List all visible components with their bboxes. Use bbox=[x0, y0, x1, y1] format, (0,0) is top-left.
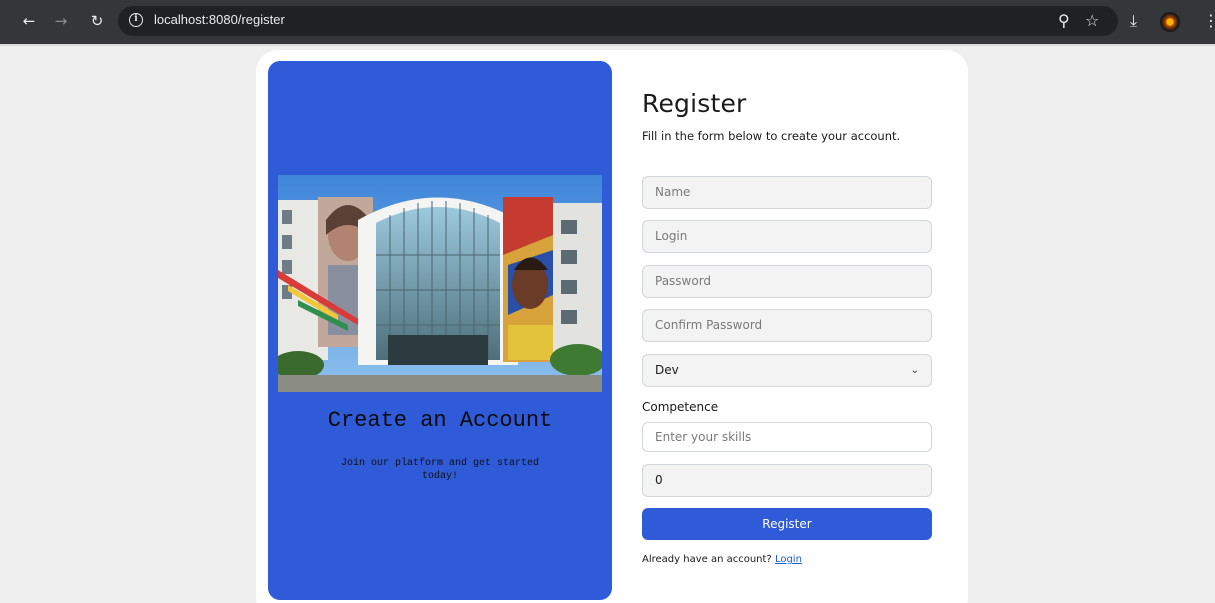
login-link[interactable]: Login bbox=[775, 554, 802, 565]
url-text[interactable]: localhost:8080/register bbox=[154, 12, 285, 27]
page-title: Register bbox=[642, 89, 747, 118]
toolbar-divider bbox=[0, 44, 1215, 46]
panel-subtitle: Join our platform and get started today! bbox=[340, 458, 540, 482]
menu-icon[interactable]: ⋮ bbox=[1203, 11, 1215, 30]
name-field[interactable]: Name bbox=[642, 176, 932, 209]
number-input[interactable]: 0 bbox=[642, 464, 932, 497]
panel-title: Create an Account bbox=[327, 408, 553, 433]
forward-arrow-icon[interactable]: → bbox=[50, 10, 72, 32]
chevron-down-icon: ⌄ bbox=[910, 365, 919, 376]
star-icon[interactable]: ☆ bbox=[1085, 11, 1099, 31]
login-prompt-text: Already have an account? bbox=[642, 554, 772, 565]
role-select[interactable]: Dev ⌄ bbox=[642, 354, 932, 387]
reload-icon[interactable]: ↻ bbox=[86, 10, 108, 32]
role-select-value: Dev bbox=[655, 363, 679, 377]
download-icon[interactable]: ⤓ bbox=[1130, 11, 1137, 31]
profile-avatar[interactable] bbox=[1160, 12, 1180, 32]
register-button[interactable]: Register bbox=[642, 508, 932, 540]
password-field[interactable]: Password bbox=[642, 265, 932, 298]
zoom-icon[interactable]: ⚲ bbox=[1058, 11, 1070, 31]
back-arrow-icon[interactable]: ← bbox=[18, 10, 40, 32]
login-field[interactable]: Login bbox=[642, 220, 932, 253]
login-prompt: Already have an account? Login bbox=[642, 554, 802, 565]
competence-label: Competence bbox=[642, 400, 719, 414]
info-icon[interactable]: i bbox=[129, 13, 143, 27]
form-subtitle: Fill in the form below to create your ac… bbox=[642, 129, 901, 143]
skills-input[interactable]: Enter your skills bbox=[642, 422, 932, 452]
confirm-password-field[interactable]: Confirm Password bbox=[642, 309, 932, 342]
campus-building-image bbox=[278, 175, 602, 392]
